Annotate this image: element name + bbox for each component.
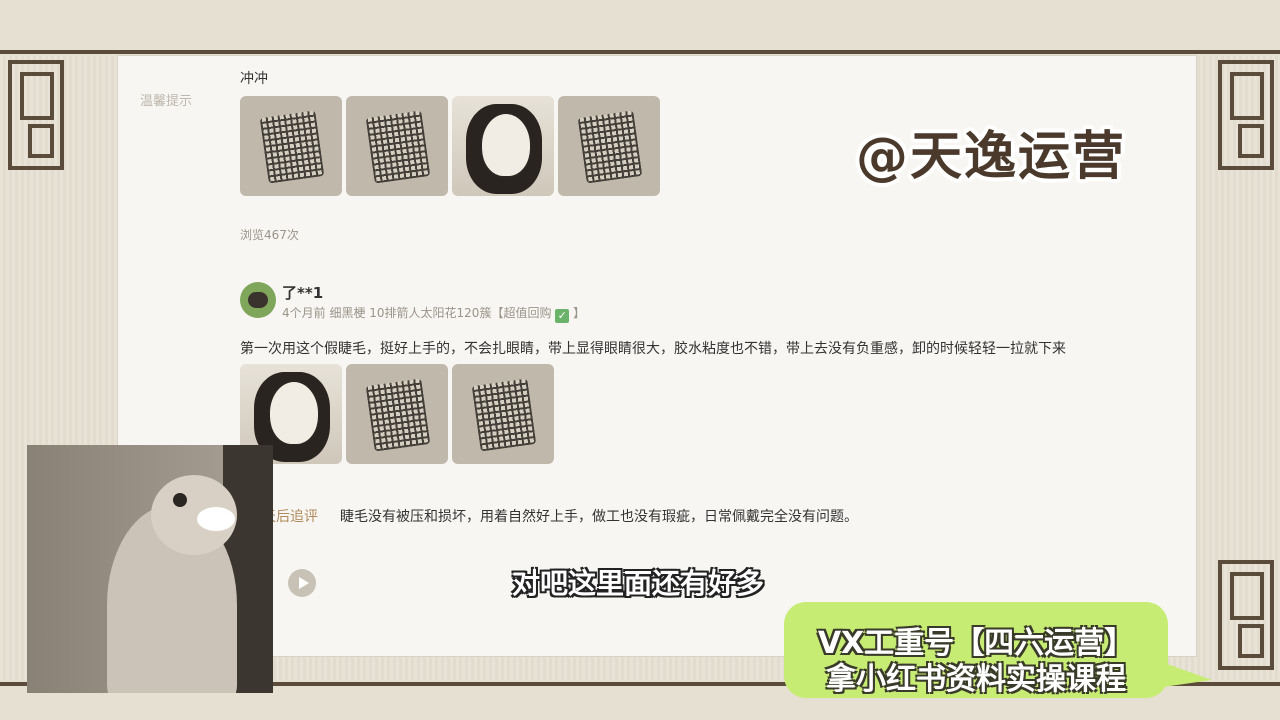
promo-bubble: VX工重号【四六运营】 拿小红书资料实操课程 <box>784 602 1212 698</box>
review-image-4[interactable] <box>558 96 660 196</box>
review-image-6[interactable] <box>346 364 448 464</box>
frame-ornament-top-left <box>8 60 64 170</box>
checkmark-icon: ✓ <box>555 309 570 323</box>
review-username[interactable]: 了**1 <box>282 282 323 303</box>
review-image-1[interactable] <box>240 96 342 196</box>
review-meta: 4个月前 细黑梗 10排箭人太阳花120簇【超值回购 ✓ 】 <box>282 304 585 323</box>
promo-line-2: 拿小红书资料实操课程 <box>826 662 1126 697</box>
frame-ornament-bottom-right <box>1218 560 1274 670</box>
review-image-2[interactable] <box>346 96 448 196</box>
review-content: 第一次用这个假睫毛，挺好上手的，不会扎眼睛，带上显得眼睛很大，胶水粘度也不错，带… <box>240 341 1066 357</box>
frame-top-line <box>0 50 1280 54</box>
review-images <box>240 364 554 464</box>
review-meta-close: 】 <box>573 306 586 320</box>
video-subtitle: 对吧这里面还有好多 <box>512 567 765 600</box>
review-image-7[interactable] <box>452 364 554 464</box>
review-text-tail: 冲冲 <box>240 71 268 87</box>
review-top-images <box>240 96 660 196</box>
frame-top-band <box>0 0 1280 56</box>
view-count: 浏览467次 <box>240 228 299 242</box>
review-meta-text: 4个月前 细黑梗 10排箭人太阳花120簇【超值回购 <box>282 306 552 320</box>
watermark: @天逸运营 <box>856 127 1127 187</box>
user-avatar[interactable] <box>240 282 276 318</box>
frame-ornament-top-right <box>1218 60 1274 170</box>
side-label: 温馨提示 <box>140 94 193 109</box>
play-icon[interactable] <box>288 569 316 597</box>
webcam-overlay <box>27 445 273 693</box>
review-image-3[interactable] <box>452 96 554 196</box>
followup-content: 睫毛没有被压和损坏，用着自然好上手，做工也没有瑕疵，日常佩戴完全没有问题。 <box>340 509 858 525</box>
